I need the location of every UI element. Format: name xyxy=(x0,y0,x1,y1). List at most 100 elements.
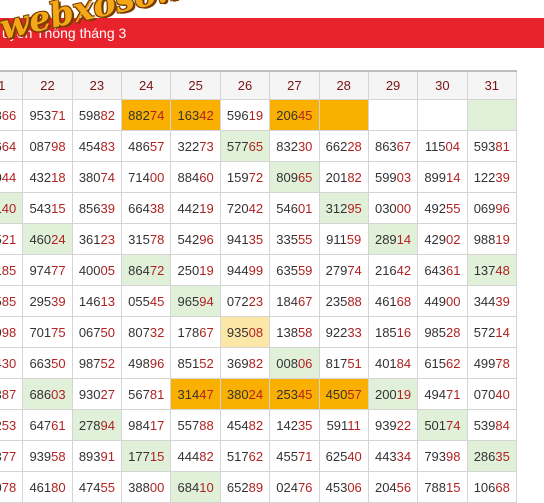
results-table: 2122232425262728293031 81866 95371 59882 88… xyxy=(0,70,518,503)
result-cell: 96594 xyxy=(170,285,221,317)
result-value: 31447 xyxy=(177,386,214,402)
result-cell: 15972 xyxy=(219,161,271,193)
result-cell: 95371 xyxy=(22,99,73,131)
result-value: 44900 xyxy=(424,293,461,309)
result-cell: 49471 xyxy=(417,378,468,410)
header-row: 2122232425262728293031 xyxy=(0,70,518,100)
result-cell: 13748 xyxy=(466,254,518,286)
result-value: 93958 xyxy=(29,448,66,464)
result-cell xyxy=(318,99,369,131)
result-value: 12239 xyxy=(473,169,510,185)
result-cell: 88274 xyxy=(121,99,172,131)
result-value: 76044 xyxy=(0,169,17,185)
result-value: 10668 xyxy=(473,479,510,495)
result-cell: 46180 xyxy=(22,471,73,503)
result-value: 48657 xyxy=(128,138,165,154)
result-value: 38074 xyxy=(78,169,115,185)
result-cell: 78815 xyxy=(417,471,468,503)
result-value: 45571 xyxy=(276,448,313,464)
result-value: 46024 xyxy=(29,231,66,247)
result-cell: 59381 xyxy=(466,130,518,162)
result-cell: 47455 xyxy=(71,471,123,503)
result-value: 55521 xyxy=(0,231,17,247)
result-value: 55788 xyxy=(177,417,214,433)
result-value: 59430 xyxy=(0,355,17,371)
result-value: 89391 xyxy=(78,448,115,464)
result-cell: 93922 xyxy=(367,409,419,441)
result-cell: 33555 xyxy=(269,223,320,255)
page-title: uyền Thống tháng 3 xyxy=(2,25,127,41)
result-value: 64361 xyxy=(424,262,461,278)
result-value: 59381 xyxy=(473,138,510,154)
result-value: 20456 xyxy=(374,479,412,495)
result-value: 25345 xyxy=(276,386,313,402)
result-cell: 36982 xyxy=(219,347,271,379)
result-value: 33555 xyxy=(276,231,313,247)
result-cell: 68410 xyxy=(170,471,221,503)
result-cell: 20182 xyxy=(318,161,369,193)
result-value: 07223 xyxy=(226,293,264,309)
result-cell: 07040 xyxy=(466,378,518,410)
result-cell: 30078 xyxy=(0,471,24,503)
result-value: 21642 xyxy=(374,262,412,278)
result-cell: 97477 xyxy=(22,254,73,286)
result-value: 20182 xyxy=(325,169,362,185)
result-cell: 81751 xyxy=(318,347,369,379)
result-cell: 65289 xyxy=(219,471,271,503)
result-value: 31295 xyxy=(325,200,362,216)
table-row: 43185 97477 40005 86472 25019 94499 63559 27974… xyxy=(0,254,518,286)
result-value: 30078 xyxy=(0,479,17,495)
result-cell: 31578 xyxy=(121,223,172,255)
result-value: 03000 xyxy=(374,200,412,216)
result-cell: 06996 xyxy=(466,192,518,224)
result-value: 85152 xyxy=(177,355,214,371)
result-cell: 85152 xyxy=(170,347,221,379)
result-value: 49471 xyxy=(424,386,461,402)
result-cell: 38074 xyxy=(71,161,123,193)
result-value: 86367 xyxy=(374,138,412,154)
result-cell: 68585 xyxy=(0,285,24,317)
result-value: 72042 xyxy=(226,200,264,216)
result-value: 68410 xyxy=(177,479,214,495)
result-value: 54296 xyxy=(177,231,214,247)
result-value: 20019 xyxy=(374,386,412,402)
result-value: 59619 xyxy=(226,107,264,123)
table-row: 81664 08798 45483 48657 32273 57765 83230 66228… xyxy=(0,130,518,162)
result-value: 81751 xyxy=(325,355,362,371)
result-value: 88460 xyxy=(177,169,214,185)
result-value: 44219 xyxy=(177,200,214,216)
result-value: 32273 xyxy=(177,138,214,154)
result-cell: 32273 xyxy=(170,130,221,162)
result-value: 93508 xyxy=(226,324,264,340)
result-cell: 46024 xyxy=(22,223,73,255)
result-value: 66228 xyxy=(325,138,362,154)
result-cell: 28635 xyxy=(466,440,518,472)
result-value: 49387 xyxy=(0,386,17,402)
result-value: 42902 xyxy=(424,231,461,247)
result-value: 38800 xyxy=(128,479,165,495)
table-row: 30078 46180 47455 38800 68410 65289 02476 45306… xyxy=(0,471,518,503)
result-cell: 23588 xyxy=(318,285,369,317)
result-cell: 98752 xyxy=(71,347,123,379)
result-cell: 64761 xyxy=(22,409,73,441)
result-value: 08798 xyxy=(29,138,66,154)
result-value: 54315 xyxy=(29,200,66,216)
result-value: 59882 xyxy=(78,107,115,123)
result-value: 98528 xyxy=(424,324,461,340)
result-value: 06750 xyxy=(78,324,115,340)
result-cell: 53984 xyxy=(466,409,518,441)
result-cell: 18467 xyxy=(269,285,320,317)
result-value: 94499 xyxy=(226,262,264,278)
result-value: 68585 xyxy=(0,293,17,309)
result-cell: 45306 xyxy=(318,471,369,503)
result-value: 57214 xyxy=(473,324,510,340)
top-strip xyxy=(0,0,544,19)
result-value: 29539 xyxy=(29,293,66,309)
result-value: 27894 xyxy=(78,417,115,433)
result-value: 18467 xyxy=(276,293,313,309)
result-cell: 17867 xyxy=(170,316,221,348)
table-row: 75253 64761 27894 98417 55788 45482 14235 59111… xyxy=(0,409,518,441)
result-value: 40184 xyxy=(374,355,412,371)
result-value: 43218 xyxy=(29,169,66,185)
result-cell: 88460 xyxy=(170,161,221,193)
